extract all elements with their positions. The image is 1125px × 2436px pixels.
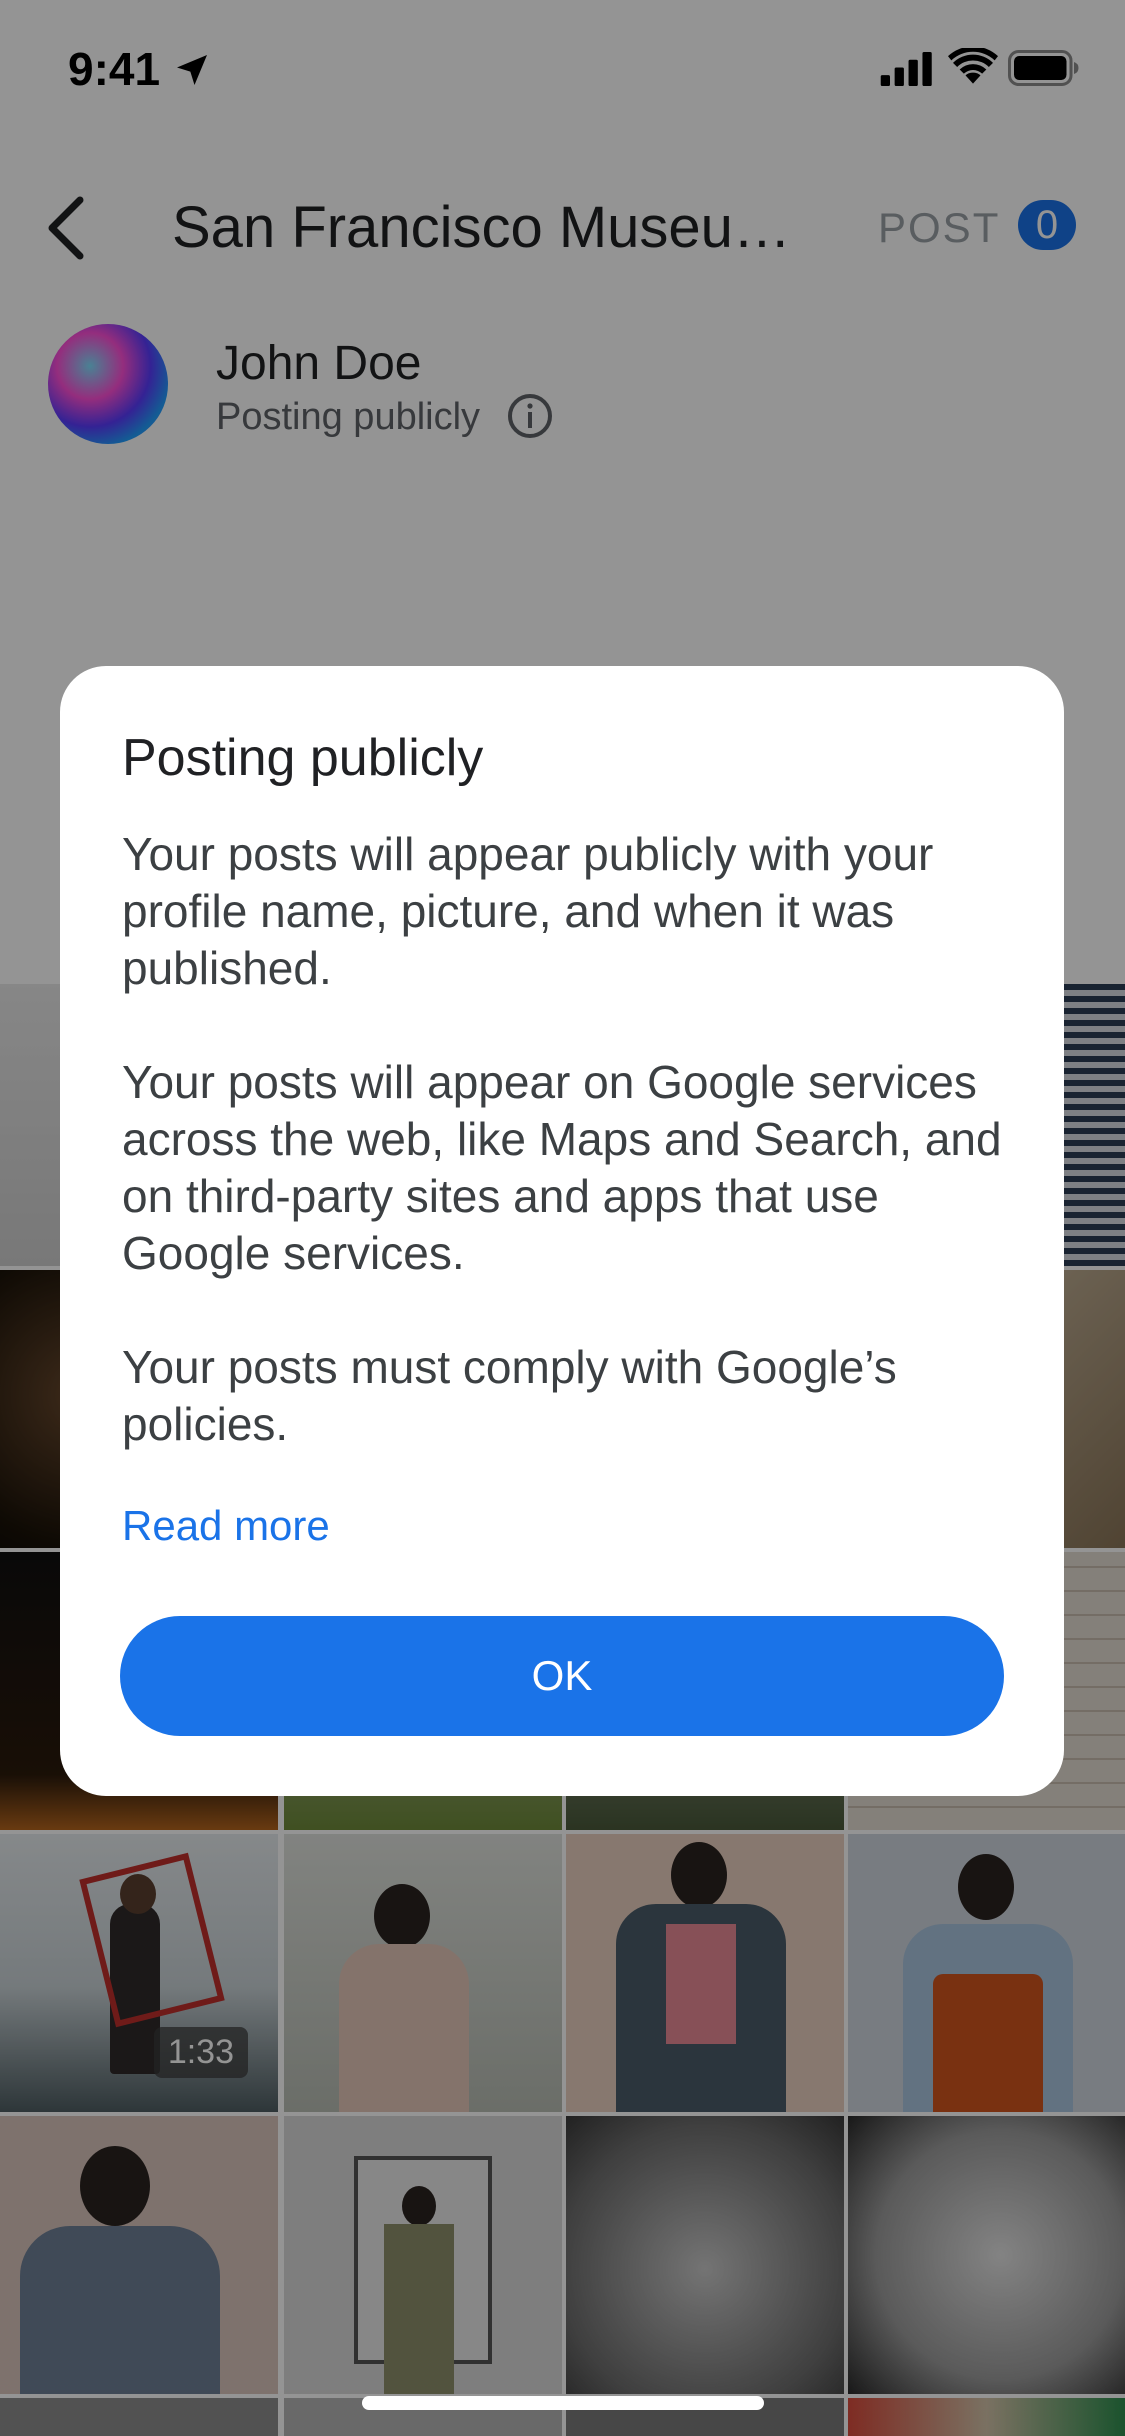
dialog-paragraph: Your posts will appear publicly with you… [122, 828, 934, 994]
dialog-body: Your posts will appear publicly with you… [122, 826, 1022, 1510]
posting-publicly-dialog: Posting publicly Your posts will appear … [60, 666, 1064, 1796]
dialog-title: Posting publicly [122, 729, 484, 787]
dialog-paragraph: Your posts will appear on Google service… [122, 1056, 1002, 1279]
home-indicator[interactable] [362, 2396, 764, 2410]
ok-button[interactable]: OK [120, 1616, 1004, 1736]
dialog-paragraph: Your posts must comply with Google’s pol… [122, 1341, 897, 1450]
read-more-link[interactable]: Read more [122, 1502, 330, 1550]
